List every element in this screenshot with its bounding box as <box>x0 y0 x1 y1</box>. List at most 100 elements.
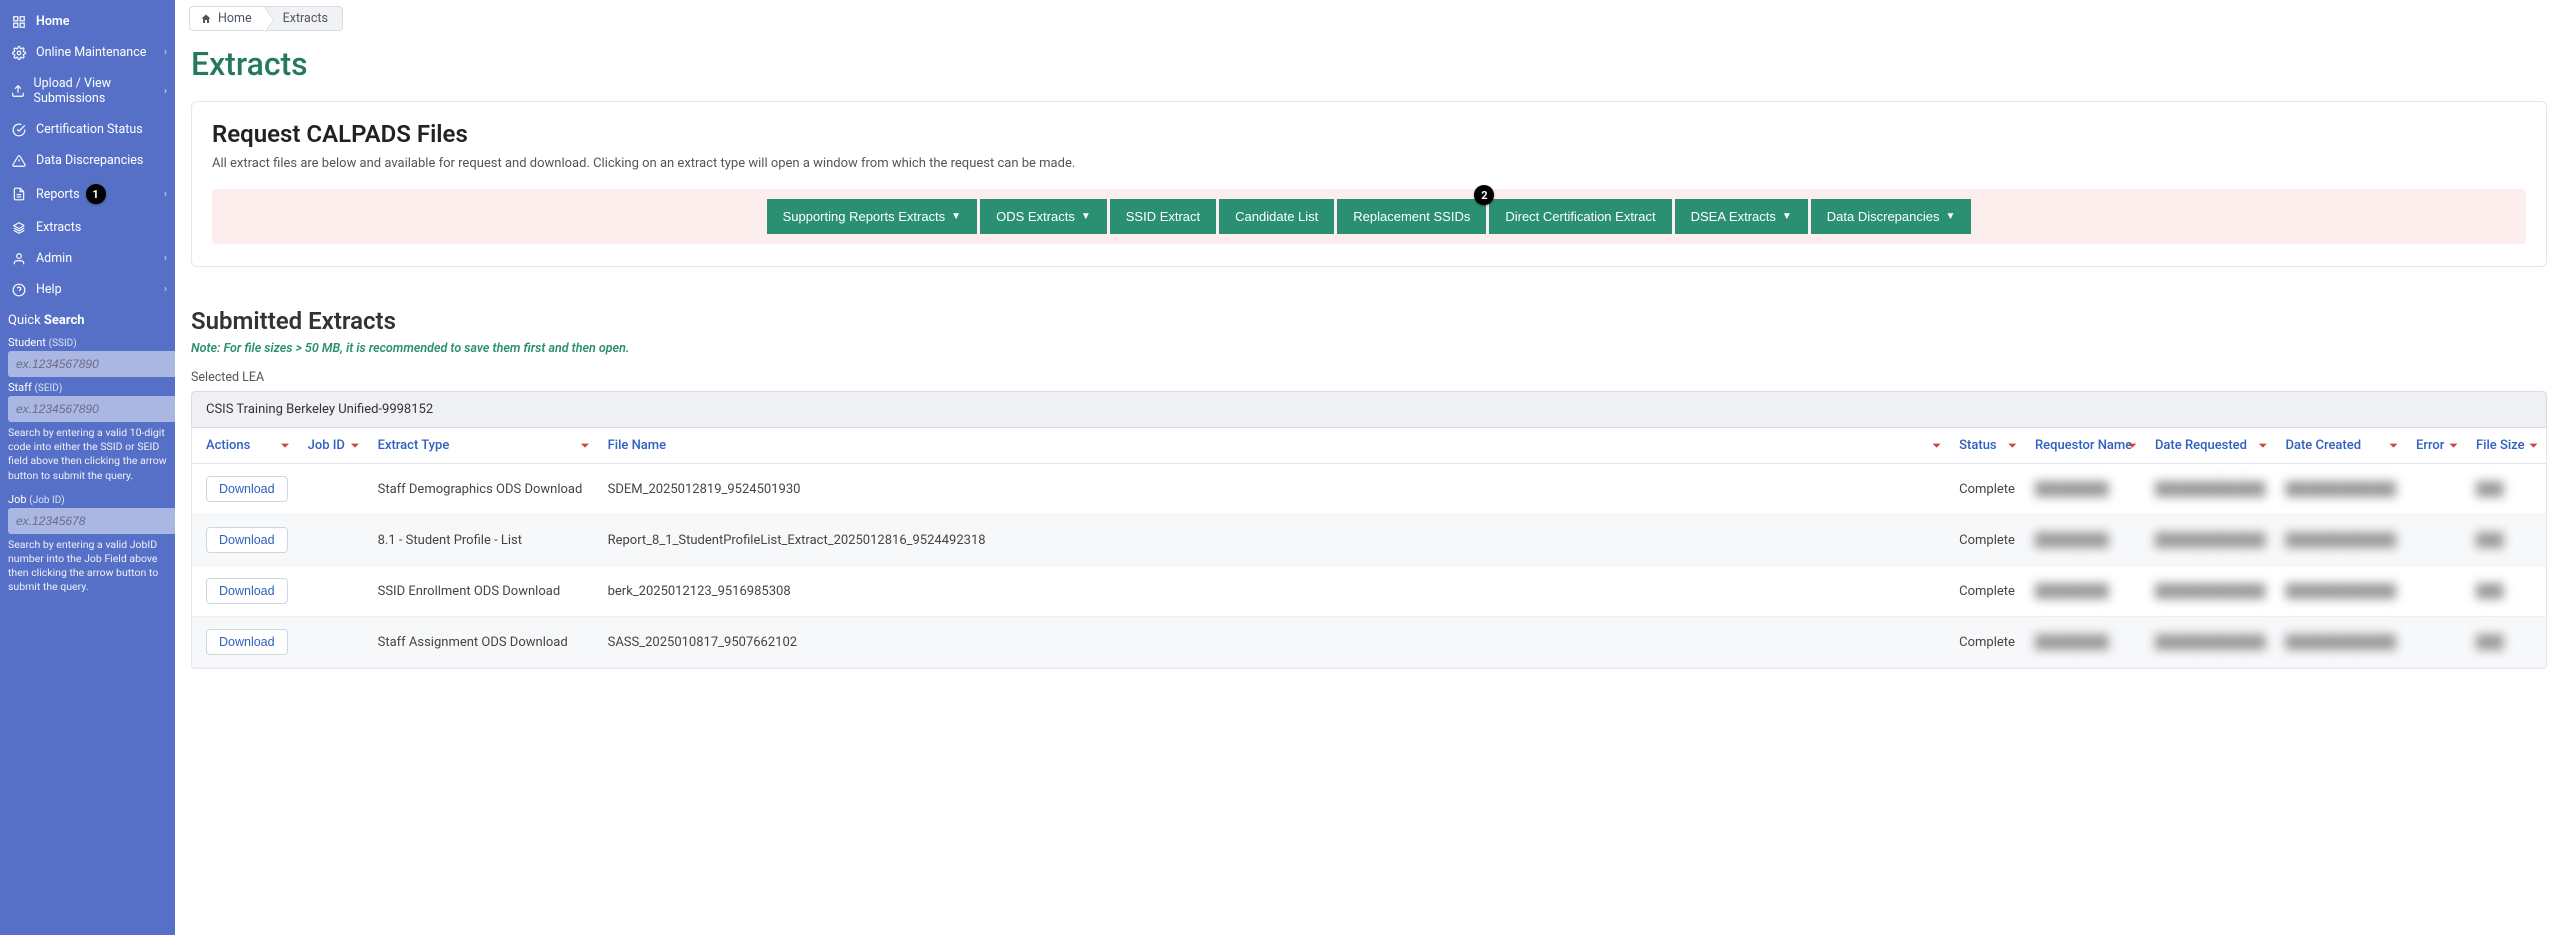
cell-file-name: SASS_2025010817_9507662102 <box>598 617 1950 668</box>
check-circle-icon <box>10 123 28 137</box>
cell-date-requested: ████████████ <box>2145 566 2276 617</box>
staff-label: Staff (SEID) <box>8 381 167 394</box>
cell-date-created: ████████████ <box>2275 566 2406 617</box>
cell-status: Complete <box>1949 617 2025 668</box>
extracts-table-wrap: Actions⏷ Job ID⏷ Extract Type⏷ File Name… <box>191 428 2547 669</box>
download-button[interactable]: Download <box>206 578 288 604</box>
col-job-id[interactable]: Job ID⏷ <box>298 428 368 464</box>
cell-file-name: Report_8_1_StudentProfileList_Extract_20… <box>598 515 1950 566</box>
breadcrumb-home[interactable]: Home <box>189 6 265 31</box>
cell-extract-type: Staff Assignment ODS Download <box>368 617 598 668</box>
chevron-right-icon: › <box>164 86 167 97</box>
ssid-extract-button[interactable]: SSID Extract <box>1110 199 1216 234</box>
chevron-right-icon: › <box>164 189 167 200</box>
cell-date-requested: ████████████ <box>2145 464 2276 515</box>
job-id-input[interactable] <box>8 508 179 534</box>
student-ssid-input[interactable] <box>8 351 179 377</box>
col-status[interactable]: Status⏷ <box>1949 428 2025 464</box>
stack-icon <box>10 221 28 235</box>
caret-down-icon: ▼ <box>951 211 961 222</box>
main-content: Home Extracts Extracts Request CALPADS F… <box>175 0 2563 935</box>
col-error[interactable]: Error⏷ <box>2406 428 2466 464</box>
breadcrumb-home-label: Home <box>218 11 252 26</box>
cell-job-id <box>298 515 368 566</box>
chevron-right-icon: › <box>164 253 167 264</box>
caret-down-icon: ▼ <box>1782 211 1792 222</box>
extract-buttons-wrap: Supporting Reports Extracts▼ ODS Extract… <box>212 189 2526 244</box>
cell-date-requested: ████████████ <box>2145 515 2276 566</box>
staff-seid-input[interactable] <box>8 396 179 422</box>
nav-upload-submissions[interactable]: Upload / View Submissions › <box>0 68 175 114</box>
grid-icon <box>10 15 28 29</box>
supporting-reports-extracts-button[interactable]: Supporting Reports Extracts▼ <box>767 199 977 234</box>
dsea-extracts-button[interactable]: DSEA Extracts▼ <box>1675 199 1808 234</box>
cell-job-id <box>298 617 368 668</box>
filter-icon[interactable]: ⏷ <box>281 439 290 453</box>
filter-icon[interactable]: ⏷ <box>351 439 360 453</box>
selected-lea-value: CSIS Training Berkeley Unified-9998152 <box>191 391 2547 428</box>
filter-icon[interactable]: ⏷ <box>2259 439 2268 453</box>
nav-help[interactable]: Help › <box>0 274 175 305</box>
ods-extracts-button[interactable]: ODS Extracts▼ <box>980 199 1107 234</box>
table-row: Download Staff Assignment ODS DownloadSAS… <box>192 617 2546 668</box>
extracts-table: Actions⏷ Job ID⏷ Extract Type⏷ File Name… <box>192 428 2546 668</box>
filter-icon[interactable]: ⏷ <box>2449 439 2458 453</box>
filter-icon[interactable]: ⏷ <box>2128 439 2137 453</box>
col-requestor[interactable]: Requestor Name⏷ <box>2025 428 2145 464</box>
chevron-right-icon: › <box>164 284 167 295</box>
cell-error <box>2406 566 2466 617</box>
selected-lea-label: Selected LEA <box>175 370 2563 391</box>
cell-file-name: SDEM_2025012819_9524501930 <box>598 464 1950 515</box>
upload-icon <box>10 84 26 98</box>
nav-home[interactable]: Home <box>0 6 175 37</box>
nav-label: Data Discrepancies <box>36 153 143 168</box>
col-file-name[interactable]: File Name⏷ <box>598 428 1950 464</box>
request-title: Request CALPADS Files <box>212 120 2526 148</box>
nav-admin[interactable]: Admin › <box>0 243 175 274</box>
filter-icon[interactable]: ⏷ <box>2389 439 2398 453</box>
search-help-text: Search by entering a valid 10-digit code… <box>8 426 167 483</box>
cell-error <box>2406 515 2466 566</box>
nav-label: Online Maintenance <box>36 45 146 60</box>
cell-date-requested: ████████████ <box>2145 617 2276 668</box>
download-button[interactable]: Download <box>206 527 288 553</box>
cell-file-size: ███ <box>2466 566 2546 617</box>
table-row: Download 8.1 - Student Profile - ListRepo… <box>192 515 2546 566</box>
reports-badge: 1 <box>86 184 106 204</box>
cell-requestor: ████████ <box>2025 464 2145 515</box>
chevron-right-icon: › <box>164 47 167 58</box>
user-icon <box>10 252 28 266</box>
nav-reports[interactable]: Reports 1 › <box>0 176 175 212</box>
nav-label: Home <box>36 14 70 29</box>
cell-job-id <box>298 566 368 617</box>
sidebar: Home Online Maintenance › Upload / View … <box>0 0 175 935</box>
col-file-size[interactable]: File Size⏷ <box>2466 428 2546 464</box>
nav-extracts[interactable]: Extracts <box>0 212 175 243</box>
col-actions[interactable]: Actions⏷ <box>192 428 298 464</box>
filter-icon[interactable]: ⏷ <box>2529 439 2538 453</box>
data-discrepancies-button[interactable]: Data Discrepancies▼ <box>1811 199 1972 234</box>
cell-file-size: ███ <box>2466 617 2546 668</box>
replacement-ssids-button[interactable]: Replacement SSIDs <box>1337 199 1486 234</box>
direct-certification-extract-button[interactable]: Direct Certification Extract <box>1489 199 1671 234</box>
candidate-list-button[interactable]: Candidate List <box>1219 199 1334 234</box>
cell-requestor: ████████ <box>2025 515 2145 566</box>
nav-online-maintenance[interactable]: Online Maintenance › <box>0 37 175 68</box>
cell-extract-type: 8.1 - Student Profile - List <box>368 515 598 566</box>
col-extract-type[interactable]: Extract Type⏷ <box>368 428 598 464</box>
cell-date-created: ████████████ <box>2275 464 2406 515</box>
col-date-created[interactable]: Date Created⏷ <box>2275 428 2406 464</box>
filter-icon[interactable]: ⏷ <box>1932 439 1941 453</box>
col-date-requested[interactable]: Date Requested⏷ <box>2145 428 2276 464</box>
filter-icon[interactable]: ⏷ <box>2008 439 2017 453</box>
download-button[interactable]: Download <box>206 629 288 655</box>
download-button[interactable]: Download <box>206 476 288 502</box>
nav-certification-status[interactable]: Certification Status <box>0 114 175 145</box>
nav-label: Admin <box>36 251 72 266</box>
filter-icon[interactable]: ⏷ <box>581 439 590 453</box>
document-icon <box>10 187 28 201</box>
home-icon <box>200 13 212 25</box>
help-icon <box>10 283 28 297</box>
nav-data-discrepancies[interactable]: Data Discrepancies <box>0 145 175 176</box>
cell-requestor: ████████ <box>2025 566 2145 617</box>
